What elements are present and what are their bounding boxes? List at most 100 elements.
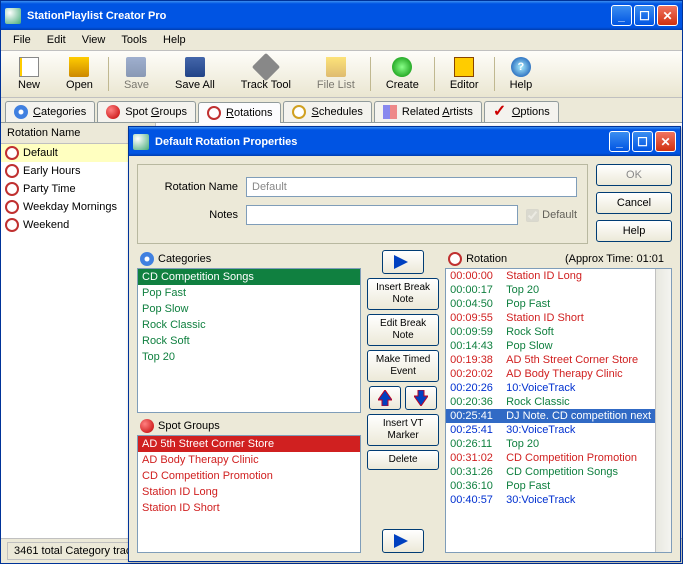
rotation-header: Rotation (445, 250, 565, 268)
rotation-row[interactable]: 00:25:4130:VoiceTrack (446, 423, 655, 437)
rotation-properties-dialog: Default Rotation Properties _ ☐ ✕ Rotati… (128, 126, 681, 562)
app-icon (5, 8, 21, 24)
toolbar-track-tool[interactable]: Track Tool (228, 53, 304, 95)
tab-spot-groups[interactable]: Spot Groups (97, 101, 196, 122)
category-item[interactable]: Rock Soft (138, 333, 360, 349)
tab-related-artists[interactable]: Related Artists (374, 101, 482, 122)
rotation-listbox-wrapper: 00:00:00Station ID Long00:00:17Top 2000:… (445, 268, 672, 553)
tab-bar: CategoriesSpot GroupsRotationsSchedulesR… (1, 98, 682, 123)
dialog-minimize-button[interactable]: _ (609, 131, 630, 152)
toolbar-new[interactable]: New (5, 53, 53, 95)
rotation-row[interactable]: 00:19:38AD 5th Street Corner Store (446, 353, 655, 367)
add-right-button-2[interactable] (382, 529, 424, 553)
menu-help[interactable]: Help (155, 32, 194, 48)
minimize-button[interactable]: _ (611, 5, 632, 26)
dialog-close-button[interactable]: ✕ (655, 131, 676, 152)
menu-view[interactable]: View (74, 32, 114, 48)
gear-icon (140, 252, 154, 266)
default-checkbox (526, 209, 539, 222)
rotations-tab-icon (207, 106, 221, 120)
rotation-row[interactable]: 00:00:00Station ID Long (446, 269, 655, 283)
menu-file[interactable]: File (5, 32, 39, 48)
notes-input[interactable] (246, 205, 518, 225)
move-up-button[interactable] (369, 386, 401, 410)
make-timed-event-button[interactable]: Make Timed Event (367, 350, 439, 382)
tab-categories[interactable]: Categories (5, 101, 95, 122)
spot-item[interactable]: AD 5th Street Corner Store (138, 436, 360, 452)
rotation-listbox[interactable]: 00:00:00Station ID Long00:00:17Top 2000:… (446, 269, 655, 552)
dialog-icon (133, 134, 149, 150)
rotation-row[interactable]: 00:36:10Pop Fast (446, 479, 655, 493)
spot-item[interactable]: AD Body Therapy Clinic (138, 452, 360, 468)
spot-groups-tab-icon (106, 105, 120, 119)
rotation-row[interactable]: 00:09:55Station ID Short (446, 311, 655, 325)
toolbar-open[interactable]: Open (53, 53, 106, 95)
main-toolbar: NewOpenSaveSave AllTrack ToolFile ListCr… (1, 51, 682, 98)
rotation-row[interactable]: 00:14:43Pop Slow (446, 339, 655, 353)
toolbar-help[interactable]: ?Help (497, 53, 546, 95)
save-all-icon (185, 57, 205, 77)
menu-tools[interactable]: Tools (113, 32, 155, 48)
rotation-row[interactable]: 00:31:02CD Competition Promotion (446, 451, 655, 465)
insert-break-note-button[interactable]: Insert Break Note (367, 278, 439, 310)
rotation-row[interactable]: 00:25:41DJ Note. CD competition next (446, 409, 655, 423)
new-icon (19, 57, 39, 77)
category-item[interactable]: CD Competition Songs (138, 269, 360, 285)
add-right-button[interactable] (382, 250, 424, 274)
dialog-middle: Categories CD Competition SongsPop FastP… (137, 250, 672, 553)
name-fieldset: Rotation Name Notes Default (137, 164, 588, 244)
main-titlebar: StationPlaylist Creator Pro _ ☐ ✕ (1, 1, 682, 30)
left-column: Categories CD Competition SongsPop FastP… (137, 250, 361, 553)
ok-button[interactable]: OK (596, 164, 672, 186)
tab-schedules[interactable]: Schedules (283, 101, 371, 122)
save-icon (126, 57, 146, 77)
categories-listbox[interactable]: CD Competition SongsPop FastPop SlowRock… (137, 268, 361, 413)
category-item[interactable]: Pop Slow (138, 301, 360, 317)
help-button[interactable]: Help (596, 220, 672, 242)
right-column: Rotation (Approx Time: 01:01 00:00:00Sta… (445, 250, 672, 553)
close-button[interactable]: ✕ (657, 5, 678, 26)
move-up-down-pair (369, 386, 437, 410)
category-item[interactable]: Pop Fast (138, 285, 360, 301)
rotation-row[interactable]: 00:20:02AD Body Therapy Clinic (446, 367, 655, 381)
move-down-button[interactable] (405, 386, 437, 410)
rotation-row[interactable]: 00:04:50Pop Fast (446, 297, 655, 311)
rotation-header-row: Rotation (Approx Time: 01:01 (445, 250, 672, 268)
toolbar-save-all[interactable]: Save All (162, 53, 228, 95)
create-icon (392, 57, 412, 77)
rotation-row[interactable]: 00:40:5730:VoiceTrack (446, 493, 655, 507)
spot-groups-listbox[interactable]: AD 5th Street Corner StoreAD Body Therap… (137, 435, 361, 553)
approx-time-label: (Approx Time: 01:01 (565, 253, 672, 265)
rotation-row[interactable]: 00:20:2610:VoiceTrack (446, 381, 655, 395)
toolbar-create[interactable]: Create (373, 53, 432, 95)
dialog-right-buttons: OK Cancel Help (596, 164, 672, 244)
delete-button[interactable]: Delete (367, 450, 439, 470)
dialog-body: Rotation Name Notes Default OK Cancel He… (129, 156, 680, 561)
spot-item[interactable]: CD Competition Promotion (138, 468, 360, 484)
rotation-row[interactable]: 00:31:26CD Competition Songs (446, 465, 655, 479)
rotation-row[interactable]: 00:26:11Top 20 (446, 437, 655, 451)
dialog-titlebar: Default Rotation Properties _ ☐ ✕ (129, 127, 680, 156)
rotation-row[interactable]: 00:09:59Rock Soft (446, 325, 655, 339)
category-item[interactable]: Rock Classic (138, 317, 360, 333)
edit-break-note-button[interactable]: Edit Break Note (367, 314, 439, 346)
tab-options[interactable]: ✓Options (484, 101, 559, 122)
rotation-scrollbar[interactable] (655, 269, 671, 552)
open-icon (69, 57, 89, 77)
rotation-row[interactable]: 00:20:36Rock Classic (446, 395, 655, 409)
rotation-item-icon (5, 200, 19, 214)
spot-groups-header: Spot Groups (137, 417, 361, 435)
menu-edit[interactable]: Edit (39, 32, 74, 48)
category-item[interactable]: Top 20 (138, 349, 360, 365)
insert-vt-marker-button[interactable]: Insert VT Marker (367, 414, 439, 446)
notes-label: Notes (148, 209, 238, 221)
toolbar-editor[interactable]: Editor (437, 53, 492, 95)
cancel-button[interactable]: Cancel (596, 192, 672, 214)
rotation-name-input[interactable] (246, 177, 577, 197)
tab-rotations[interactable]: Rotations (198, 102, 281, 123)
spot-item[interactable]: Station ID Short (138, 500, 360, 516)
spot-item[interactable]: Station ID Long (138, 484, 360, 500)
maximize-button[interactable]: ☐ (634, 5, 655, 26)
rotation-row[interactable]: 00:00:17Top 20 (446, 283, 655, 297)
dialog-maximize-button[interactable]: ☐ (632, 131, 653, 152)
